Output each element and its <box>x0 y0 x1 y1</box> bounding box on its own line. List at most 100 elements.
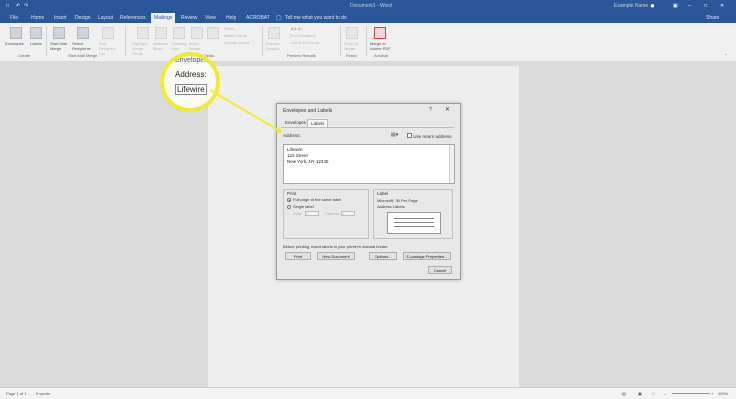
edit-recipient-list-button: Edit Recipient List <box>99 41 116 56</box>
zoom-level[interactable]: 100% <box>718 391 728 396</box>
zoom-in-icon[interactable]: + <box>711 391 713 396</box>
minimize-icon[interactable]: – <box>688 3 691 9</box>
dialog-title: Envelopes and Labels <box>283 108 333 114</box>
envelopes-button[interactable]: Envelopes <box>5 41 24 46</box>
tab-insert[interactable]: Insert <box>54 15 67 21</box>
prev-next-icons: ◀ ▶ ▶| <box>290 26 303 31</box>
address-book-icon[interactable]: ▤▾ <box>391 132 398 138</box>
lightbulb-icon: ◯ <box>276 15 282 21</box>
address-block-button: Address Block <box>153 41 168 51</box>
label-preview-image <box>387 212 441 234</box>
check-errors-button: Check for Errors <box>290 40 320 45</box>
full-page-radio[interactable] <box>287 198 291 202</box>
use-return-address-label: Use return address <box>413 134 452 139</box>
user-name[interactable]: Example Name <box>614 3 648 9</box>
ribbon-display-icon[interactable]: ▣ <box>673 3 678 9</box>
tab-home[interactable]: Home <box>31 15 44 21</box>
merge-to-pdf-button[interactable]: Merge to Adobe PDF <box>370 41 394 51</box>
tab-file[interactable]: File <box>10 15 18 21</box>
greeting-line-icon <box>173 27 185 39</box>
cancel-button[interactable]: Cancel <box>428 266 452 274</box>
address-line: Lifewire <box>287 147 303 152</box>
labels-button[interactable]: Labels <box>30 41 42 46</box>
start-mail-merge-button[interactable]: Start Mail Merge <box>50 41 72 51</box>
tab-design[interactable]: Design <box>75 15 91 21</box>
address-block-icon <box>155 27 167 39</box>
print-button[interactable]: Print <box>285 252 311 260</box>
new-document-button[interactable]: New Document <box>317 252 355 260</box>
rules-button: Rules <box>224 26 235 31</box>
envelopes-labels-dialog: Envelopes and Labels ? ✕ Envelopes Label… <box>276 103 461 280</box>
ribbon-tabs: File Home Insert Design Layout Reference… <box>0 12 736 23</box>
address-scrollbar[interactable] <box>449 145 454 183</box>
insert-merge-field-icon <box>191 27 203 39</box>
group-divider <box>46 26 47 56</box>
zoom-out-icon[interactable]: – <box>664 391 666 396</box>
share-button[interactable]: Share <box>706 15 719 21</box>
page-count[interactable]: Page 1 of 1 <box>6 391 26 396</box>
row-value: 1 <box>306 212 308 216</box>
tab-help[interactable]: Help <box>226 15 236 21</box>
group-acrobat-label: Acrobat <box>374 53 388 58</box>
group-start-mail-merge-label: Start Mail Merge <box>68 53 98 58</box>
envelopes-icon[interactable] <box>10 27 22 39</box>
e-postage-properties-button[interactable]: E-postage Properties... <box>403 252 451 260</box>
select-recipients-button[interactable]: Select Recipients <box>72 41 98 51</box>
printer-note: Before printing, insert labels in your p… <box>283 244 389 249</box>
close-window-icon[interactable]: ✕ <box>720 3 724 9</box>
options-button[interactable]: Options... <box>369 252 397 260</box>
group-divider <box>262 26 263 56</box>
find-recipient-button: Find Recipient <box>290 33 316 38</box>
tab-mailings[interactable]: Mailings <box>151 13 176 23</box>
undo-icon[interactable]: ↶ <box>16 3 20 9</box>
account-avatar-icon[interactable]: ● <box>650 1 655 10</box>
checkbox-icon[interactable] <box>407 133 412 138</box>
finish-merge-icon <box>346 27 358 39</box>
tab-labels[interactable]: Labels <box>307 119 329 127</box>
use-return-address-checkbox[interactable]: Use return address <box>407 133 452 139</box>
tab-view[interactable]: View <box>205 15 216 21</box>
redo-icon[interactable]: ↷ <box>24 3 28 9</box>
tab-envelopes[interactable]: Envelopes <box>282 119 309 127</box>
highlight-fields-icon <box>137 27 149 39</box>
read-mode-icon[interactable]: ▤ <box>622 391 626 396</box>
labels-icon[interactable] <box>30 27 42 39</box>
tab-references[interactable]: References <box>120 15 146 21</box>
group-divider <box>366 26 367 56</box>
word-count[interactable]: 0 words <box>36 391 50 396</box>
maximize-icon[interactable]: □ <box>704 3 707 9</box>
column-label: Column: <box>325 211 340 216</box>
label-type: Address Labels <box>377 204 405 209</box>
save-icon[interactable]: □ <box>6 3 9 9</box>
preview-results-icon <box>268 27 280 39</box>
magnifier-callout: Envelopes Address: Lifewire <box>160 52 220 112</box>
print-layout-icon[interactable]: ▣ <box>638 391 642 396</box>
print-heading: Print <box>287 191 297 196</box>
address-label: Address: <box>283 133 301 138</box>
column-spinner: 1 <box>341 211 355 216</box>
zoom-slider[interactable] <box>672 393 710 394</box>
match-fields-button: Match Fields <box>224 33 247 38</box>
group-create-label: Create <box>18 53 31 58</box>
column-value: 1 <box>342 212 344 216</box>
address-textarea[interactable]: Lifewire 123 Street New York, NY 12345 <box>283 144 455 184</box>
ribbon: Envelopes Labels Create Start Mail Merge… <box>0 23 736 62</box>
tab-layout[interactable]: Layout <box>98 15 113 21</box>
magnified-envelopes: Envelopes <box>175 57 208 64</box>
tell-me-search[interactable]: Tell me what you want to do <box>285 15 347 21</box>
close-icon[interactable]: ✕ <box>445 106 450 113</box>
tab-review[interactable]: Review <box>181 15 197 21</box>
start-mail-merge-icon[interactable] <box>53 27 65 39</box>
tab-acrobat[interactable]: ACROBAT <box>246 15 270 21</box>
single-label-radio[interactable] <box>287 205 291 209</box>
help-icon[interactable]: ? <box>429 107 432 113</box>
finish-merge-button: Finish & Merge <box>344 41 359 51</box>
magnified-lifewire: Lifewire <box>175 84 207 95</box>
group-finish-label: Finish <box>346 53 357 58</box>
select-recipients-icon[interactable] <box>77 27 89 39</box>
collapse-ribbon-icon[interactable]: ⌃ <box>724 53 727 58</box>
address-line: 123 Street <box>287 153 308 158</box>
web-layout-icon[interactable]: □ <box>652 391 654 396</box>
highlight-merge-fields-button: Highlight Merge Fields <box>132 41 148 56</box>
adobe-pdf-icon[interactable] <box>374 27 386 39</box>
